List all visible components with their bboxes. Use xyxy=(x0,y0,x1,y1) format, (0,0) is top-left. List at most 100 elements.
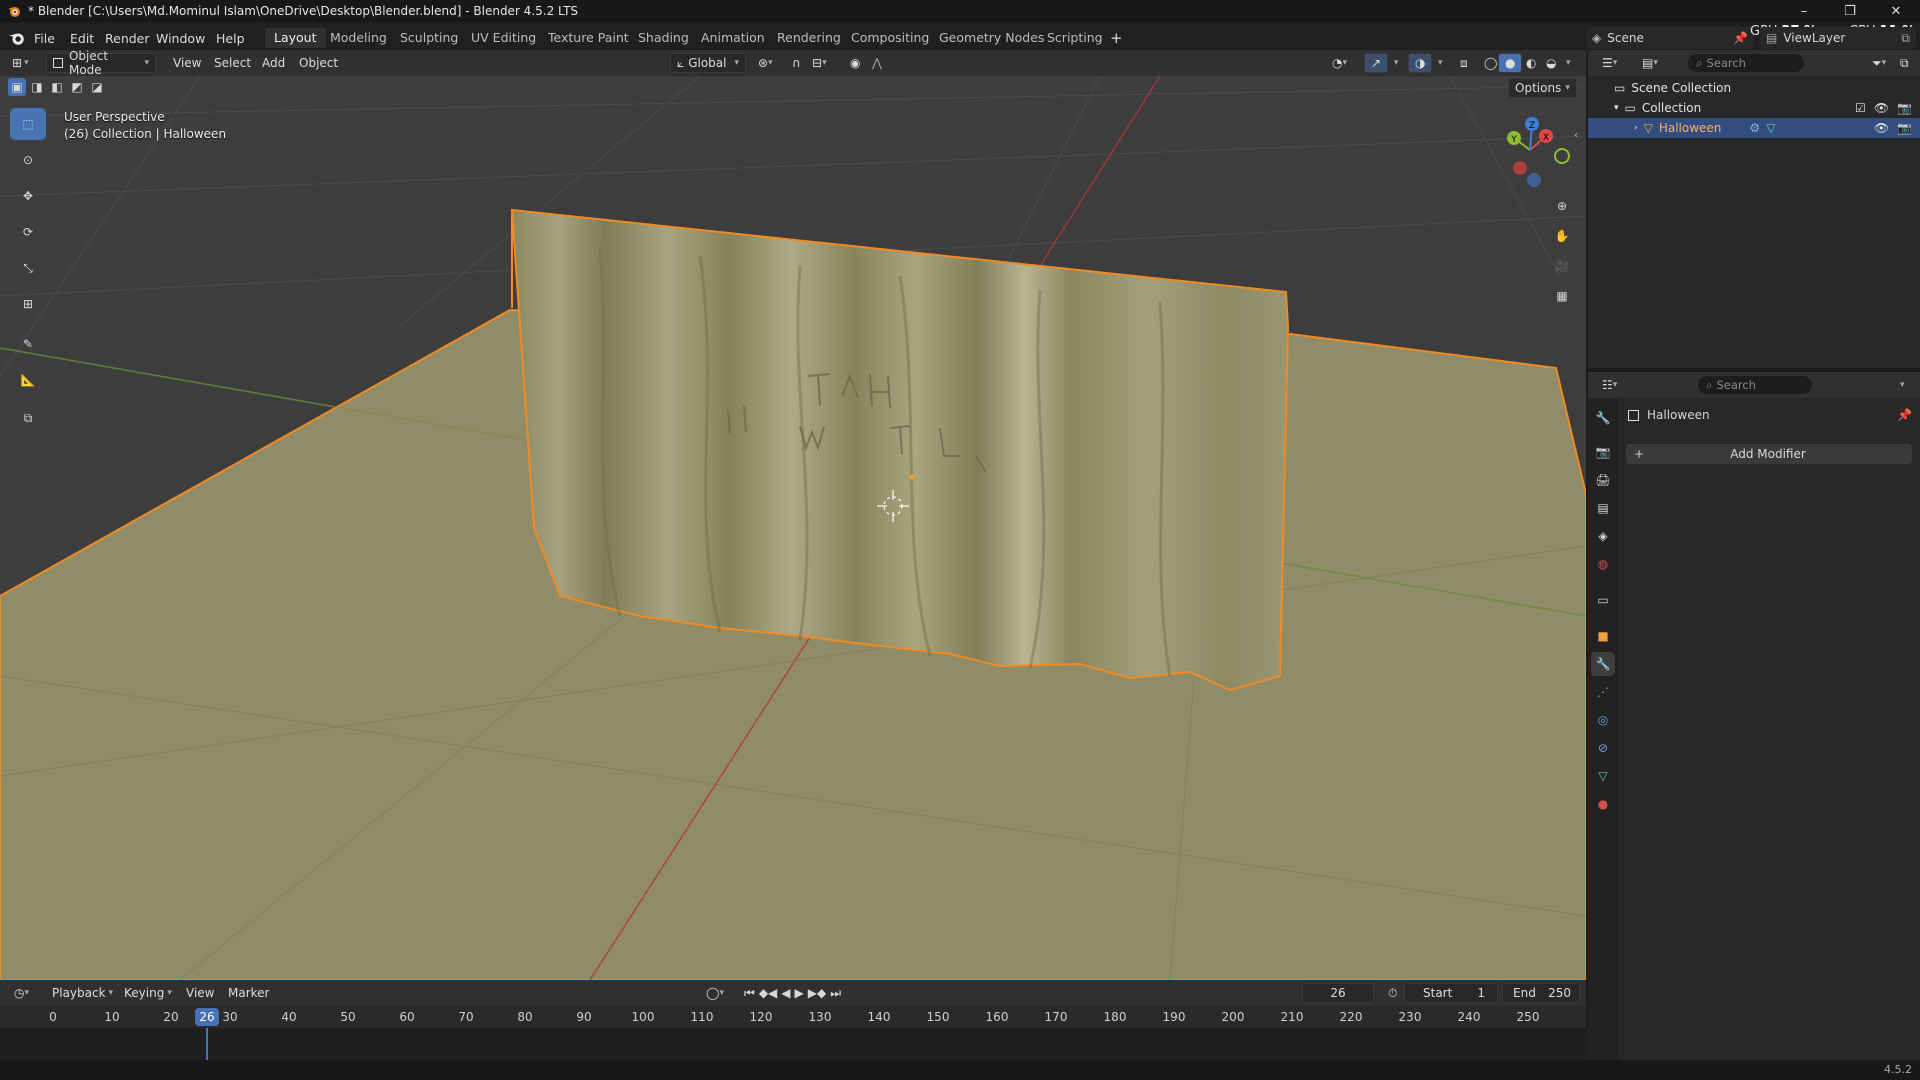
sidebar-toggle-icon[interactable]: ‹ xyxy=(1574,130,1578,141)
options-dropdown[interactable]: Options ▾ xyxy=(1508,78,1577,98)
tab-shading[interactable]: Shading xyxy=(629,28,698,48)
menu-render[interactable]: Render xyxy=(99,29,156,48)
mode-dropdown[interactable]: Object Mode ▾ xyxy=(46,49,156,77)
annotate-tool[interactable]: ✎ xyxy=(10,328,46,360)
visibility-eye-icon[interactable]: 👁 xyxy=(1874,121,1889,135)
3d-viewport[interactable]: ▣ ◨ ◧ ◩ ◪ Options ▾ User Perspective (26… xyxy=(0,76,1586,980)
zoom-icon[interactable]: ⊕ xyxy=(1548,192,1576,220)
tab-geometry-nodes[interactable]: Geometry Nodes xyxy=(930,28,1053,48)
preview-range-toggle[interactable]: ⏱ xyxy=(1382,983,1403,1003)
mesh-data-icon[interactable]: ▽ xyxy=(1766,121,1775,135)
transform-tool[interactable]: ⊞ xyxy=(10,288,46,320)
add-workspace-icon[interactable]: + xyxy=(1104,27,1129,49)
outliner-editor-type[interactable]: ☰ ▾ xyxy=(1596,53,1623,73)
pivot-point-button[interactable]: ⊛ ▾ xyxy=(752,53,779,73)
editor-type-button[interactable]: ⊞ ▾ xyxy=(6,53,35,73)
gizmo-dropdown[interactable]: ▾ xyxy=(1388,53,1405,73)
outliner-row-halloween[interactable]: › ▽ Halloween ⚙ ▽ 👁 📷 xyxy=(1588,118,1920,138)
visibility-filter-button[interactable]: ◔ ▾ xyxy=(1326,53,1353,73)
select-intersect-icon[interactable]: ◪ xyxy=(88,78,106,96)
shading-dropdown[interactable]: ▾ xyxy=(1560,53,1577,73)
select-extend-icon[interactable]: ◨ xyxy=(28,78,46,96)
keyframe-track[interactable] xyxy=(0,1028,1586,1060)
new-view-layer-icon[interactable]: ⧉ xyxy=(1901,31,1910,46)
start-frame-field[interactable]: Start 1 xyxy=(1404,983,1498,1003)
tab-sculpting[interactable]: Sculpting xyxy=(391,28,467,48)
navigation-gizmo[interactable]: X Y Z xyxy=(1490,110,1570,190)
tab-modifiers[interactable]: 🔧 xyxy=(1591,652,1615,676)
next-keyframe-icon[interactable]: ▶◆ xyxy=(808,986,826,1000)
tab-scripting[interactable]: Scripting xyxy=(1038,28,1112,48)
expand-object-icon[interactable]: › xyxy=(1634,123,1638,133)
outliner-search-input[interactable]: ⌕ Search xyxy=(1688,54,1804,72)
shading-solid[interactable]: ● xyxy=(1498,53,1523,73)
properties-options-button[interactable]: ▾ xyxy=(1894,375,1911,395)
proportional-edit-toggle[interactable]: ◉ xyxy=(844,53,866,73)
tab-tool[interactable]: 🔧 xyxy=(1591,406,1615,430)
tab-particles[interactable]: ⋰ xyxy=(1591,680,1615,704)
select-box-tool[interactable]: ⬚ xyxy=(10,108,46,140)
tab-scene[interactable]: ◈ xyxy=(1591,524,1615,548)
filter-button[interactable]: ⏷ ▾ xyxy=(1866,53,1892,73)
xray-toggle[interactable]: ⧈ xyxy=(1454,53,1474,73)
menu-edit[interactable]: Edit xyxy=(64,29,100,48)
play-icon[interactable]: ▶ xyxy=(795,986,804,1000)
timeline-editor-type[interactable]: ◷ ▾ xyxy=(8,983,35,1003)
outliner-row-collection[interactable]: ▾ ▭ Collection ☑ 👁 📷 xyxy=(1588,98,1920,118)
keying-menu[interactable]: Keying ▾ xyxy=(118,983,178,1003)
timeline-view-menu[interactable]: View xyxy=(180,983,220,1003)
tab-constraints[interactable]: ⊘ xyxy=(1591,736,1615,760)
outliner-row-scene-collection[interactable]: ▭ Scene Collection xyxy=(1588,78,1920,98)
jump-end-icon[interactable]: ⏭ xyxy=(830,986,841,1001)
view-layer-selector[interactable]: ▤ ViewLayer ⧉ xyxy=(1760,27,1916,49)
gizmo-toggle[interactable]: ↗ xyxy=(1364,53,1389,73)
new-collection-button[interactable]: ⧉ xyxy=(1894,53,1915,73)
jump-start-icon[interactable]: ⏮ xyxy=(744,986,755,1001)
overlays-dropdown[interactable]: ▾ xyxy=(1432,53,1449,73)
tab-view-layer[interactable]: ▤ xyxy=(1591,496,1615,520)
menu-view[interactable]: View xyxy=(167,53,207,73)
menu-file[interactable]: File xyxy=(28,29,61,48)
tab-render[interactable]: 📷 xyxy=(1591,440,1615,464)
tab-collection[interactable]: ▭ xyxy=(1591,588,1615,612)
properties-search-input[interactable]: ⌕ Search xyxy=(1698,376,1812,394)
modifier-icon[interactable]: ⚙ xyxy=(1749,121,1760,135)
snap-toggle[interactable]: ∩ xyxy=(786,53,807,73)
select-subtract-icon[interactable]: ◧ xyxy=(48,78,66,96)
marker-menu[interactable]: Marker xyxy=(222,983,275,1003)
tab-animation[interactable]: Animation xyxy=(692,28,774,48)
pin-icon[interactable]: 📌 xyxy=(1897,408,1912,422)
snap-target-button[interactable]: ⊟ ▾ xyxy=(806,53,833,73)
tab-compositing[interactable]: Compositing xyxy=(842,28,938,48)
auto-keying-toggle[interactable]: ◯ ▾ xyxy=(700,983,730,1003)
properties-editor-type[interactable]: ☷ ▾ xyxy=(1596,375,1623,395)
play-reverse-icon[interactable]: ◀ xyxy=(781,986,790,1000)
falloff-button[interactable]: ⋀ xyxy=(866,53,888,73)
tab-physics[interactable]: ◎ xyxy=(1591,708,1615,732)
measure-tool[interactable]: 📐 xyxy=(10,364,46,396)
expand-collection-icon[interactable]: ▾ xyxy=(1614,103,1619,113)
select-invert-icon[interactable]: ◩ xyxy=(68,78,86,96)
tab-output[interactable]: 🖨 xyxy=(1591,468,1615,492)
rotate-tool[interactable]: ⟳ xyxy=(10,216,46,248)
render-camera-icon[interactable]: 📷 xyxy=(1897,101,1912,115)
pan-hand-icon[interactable]: ✋ xyxy=(1548,222,1576,250)
add-modifier-button[interactable]: + Add Modifier xyxy=(1626,444,1912,464)
tab-texture-paint[interactable]: Texture Paint xyxy=(539,28,638,48)
display-mode-dropdown[interactable]: ▤ ▾ xyxy=(1636,53,1664,73)
tab-data[interactable]: ▽ xyxy=(1591,764,1615,788)
camera-view-icon[interactable]: 🎥 xyxy=(1548,252,1576,280)
tab-material[interactable]: ● xyxy=(1591,792,1615,816)
visibility-eye-icon[interactable]: 👁 xyxy=(1874,101,1889,115)
pin-icon[interactable]: 📌 xyxy=(1733,31,1748,45)
menu-help[interactable]: Help xyxy=(210,29,251,48)
scene-selector[interactable]: ◈ Scene 📌 xyxy=(1586,27,1754,49)
tab-world[interactable]: ◍ xyxy=(1591,552,1615,576)
exclude-checkbox-icon[interactable]: ☑ xyxy=(1855,101,1866,115)
playhead-line[interactable] xyxy=(206,1028,208,1060)
prev-keyframe-icon[interactable]: ◆◀ xyxy=(759,986,777,1000)
perspective-grid-icon[interactable]: ▦ xyxy=(1548,282,1576,310)
menu-object[interactable]: Object xyxy=(293,53,344,73)
tab-layout[interactable]: Layout xyxy=(265,28,326,48)
playhead-frame-badge[interactable]: 26 xyxy=(195,1008,219,1026)
